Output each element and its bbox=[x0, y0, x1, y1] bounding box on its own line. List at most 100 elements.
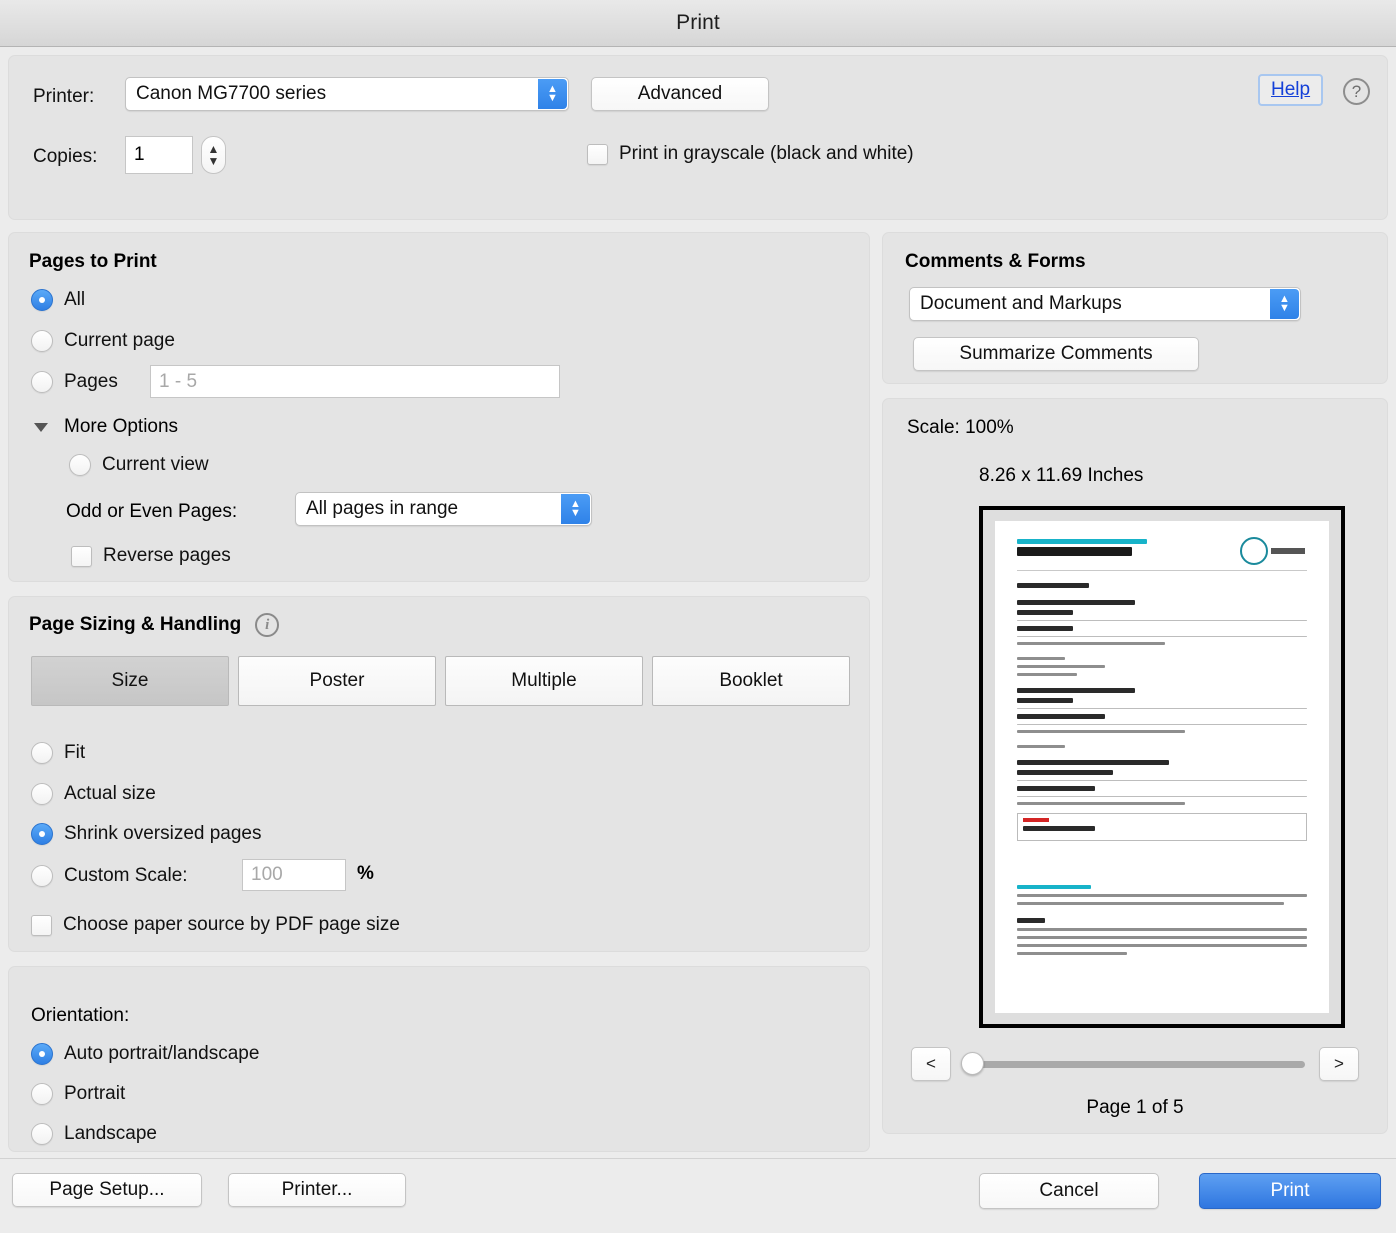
radio-portrait[interactable]: Portrait bbox=[31, 1083, 125, 1105]
doc-warning-box bbox=[1017, 813, 1307, 841]
radio-landscape-indicator[interactable] bbox=[31, 1123, 53, 1145]
radio-shrink-oversized-label: Shrink oversized pages bbox=[64, 823, 262, 844]
custom-scale-input[interactable]: 100 bbox=[242, 859, 346, 891]
odd-even-select-value: All pages in range bbox=[306, 498, 459, 519]
radio-auto-orientation-indicator[interactable] bbox=[31, 1043, 53, 1065]
document-preview bbox=[995, 521, 1329, 1013]
doc-flight-2 bbox=[1017, 688, 1307, 733]
warning-icon bbox=[1023, 818, 1049, 822]
more-options-toggle[interactable]: More Options bbox=[34, 416, 178, 438]
doc-info-block bbox=[1017, 885, 1307, 955]
cancel-button[interactable]: Cancel bbox=[979, 1173, 1159, 1209]
summarize-comments-button[interactable]: Summarize Comments bbox=[913, 337, 1199, 371]
tab-poster[interactable]: Poster bbox=[238, 656, 436, 706]
radio-landscape-label: Landscape bbox=[64, 1123, 157, 1144]
printer-select[interactable]: Canon MG7700 series ▲ ▼ bbox=[125, 77, 569, 111]
radio-custom-scale[interactable]: Custom Scale: bbox=[31, 865, 188, 887]
radio-portrait-indicator[interactable] bbox=[31, 1083, 53, 1105]
help-link-container[interactable]: Help bbox=[1258, 74, 1324, 106]
radio-custom-scale-indicator[interactable] bbox=[31, 865, 53, 887]
page-dimensions-label: 8.26 x 11.69 Inches bbox=[979, 465, 1144, 486]
radio-actual-size[interactable]: Actual size bbox=[31, 783, 156, 805]
printer-options-label: Printer... bbox=[281, 1179, 353, 1200]
radio-current-page-indicator[interactable] bbox=[31, 330, 53, 352]
odd-even-select[interactable]: All pages in range ▲ ▼ bbox=[295, 492, 592, 526]
orientation-title: Orientation: bbox=[31, 1005, 130, 1026]
radio-landscape[interactable]: Landscape bbox=[31, 1123, 157, 1145]
doc-notes-1 bbox=[1017, 657, 1307, 676]
cancel-button-label: Cancel bbox=[1039, 1180, 1099, 1201]
tab-multiple[interactable]: Multiple bbox=[445, 656, 643, 706]
tab-size[interactable]: Size bbox=[31, 656, 229, 706]
help-link[interactable]: Help bbox=[1271, 79, 1310, 100]
page-sizing-panel: Page Sizing & Handling i Size Poster Mul… bbox=[8, 596, 870, 952]
advanced-button[interactable]: Advanced bbox=[591, 77, 769, 111]
radio-pages[interactable]: Pages bbox=[31, 371, 118, 393]
copies-label: Copies: bbox=[33, 146, 98, 167]
radio-current-view[interactable]: Current view bbox=[69, 454, 209, 476]
pages-to-print-title: Pages to Print bbox=[29, 251, 157, 272]
dialog-footer: Page Setup... Printer... Cancel Print bbox=[0, 1158, 1396, 1233]
copies-stepper[interactable]: ▲ ▼ bbox=[201, 136, 226, 174]
paper-source-label: Choose paper source by PDF page size bbox=[63, 914, 400, 935]
grayscale-option[interactable]: Print in grayscale (black and white) bbox=[587, 143, 914, 165]
radio-portrait-label: Portrait bbox=[64, 1083, 126, 1104]
pages-range-input[interactable]: 1 - 5 bbox=[150, 365, 560, 398]
printer-options-button[interactable]: Printer... bbox=[228, 1173, 406, 1207]
page-slider[interactable] bbox=[961, 1052, 1305, 1075]
logo-circle-icon bbox=[1240, 537, 1268, 565]
reverse-pages-checkbox[interactable] bbox=[71, 545, 92, 567]
stepper-down-icon[interactable]: ▼ bbox=[208, 155, 220, 167]
comments-forms-select-value: Document and Markups bbox=[920, 293, 1122, 314]
radio-auto-orientation-label: Auto portrait/landscape bbox=[64, 1043, 260, 1064]
tab-booklet-label: Booklet bbox=[719, 670, 783, 691]
more-options-label: More Options bbox=[64, 416, 179, 437]
radio-fit-indicator[interactable] bbox=[31, 742, 53, 764]
odd-even-label: Odd or Even Pages: bbox=[66, 501, 238, 522]
question-mark-icon[interactable]: ? bbox=[1343, 78, 1370, 105]
radio-auto-orientation[interactable]: Auto portrait/landscape bbox=[31, 1043, 259, 1065]
radio-fit[interactable]: Fit bbox=[31, 742, 85, 764]
copies-input[interactable]: 1 bbox=[125, 136, 193, 174]
radio-actual-size-label: Actual size bbox=[64, 783, 156, 804]
radio-fit-label: Fit bbox=[64, 742, 86, 763]
thumbnail-page-content bbox=[995, 521, 1329, 1013]
next-page-button[interactable]: > bbox=[1319, 1047, 1359, 1081]
previous-page-button[interactable]: < bbox=[911, 1047, 951, 1081]
page-sizing-title: Page Sizing & Handling bbox=[29, 614, 242, 635]
print-button[interactable]: Print bbox=[1199, 1173, 1381, 1209]
radio-all-indicator[interactable] bbox=[31, 289, 53, 311]
doc-route-title bbox=[1017, 547, 1132, 556]
scale-label: Scale: 100% bbox=[907, 417, 1014, 438]
radio-shrink-oversized-indicator[interactable] bbox=[31, 823, 53, 845]
radio-pages-indicator[interactable] bbox=[31, 371, 53, 393]
summarize-comments-label: Summarize Comments bbox=[959, 343, 1153, 364]
copies-input-value: 1 bbox=[134, 144, 145, 165]
tab-booklet[interactable]: Booklet bbox=[652, 656, 850, 706]
radio-current-view-label: Current view bbox=[102, 454, 209, 475]
radio-current-view-indicator[interactable] bbox=[69, 454, 91, 476]
radio-current-page[interactable]: Current page bbox=[31, 330, 175, 352]
printer-settings-panel: Printer: Canon MG7700 series ▲ ▼ Advanced… bbox=[8, 55, 1388, 220]
pages-to-print-panel: Pages to Print All Current page Pages 1 … bbox=[8, 232, 870, 582]
chevron-down-icon[interactable] bbox=[34, 422, 48, 432]
sizing-tabs: Size Poster Multiple Booklet bbox=[31, 656, 850, 706]
paper-source-option[interactable]: Choose paper source by PDF page size bbox=[31, 914, 400, 936]
radio-actual-size-indicator[interactable] bbox=[31, 783, 53, 805]
percent-symbol: % bbox=[357, 863, 374, 884]
tab-size-label: Size bbox=[111, 670, 149, 691]
info-icon[interactable]: i bbox=[255, 613, 280, 637]
radio-shrink-oversized[interactable]: Shrink oversized pages bbox=[31, 823, 262, 845]
page-setup-button[interactable]: Page Setup... bbox=[12, 1173, 202, 1207]
grayscale-label: Print in grayscale (black and white) bbox=[619, 143, 914, 164]
page-navigation: < > bbox=[911, 1047, 1359, 1081]
radio-all[interactable]: All bbox=[31, 289, 85, 311]
comments-forms-select[interactable]: Document and Markups ▲ ▼ bbox=[909, 287, 1301, 321]
grayscale-checkbox[interactable] bbox=[587, 143, 608, 165]
chevron-updown-icon: ▲ ▼ bbox=[1270, 289, 1299, 319]
paper-source-checkbox[interactable] bbox=[31, 914, 52, 936]
reverse-pages-option[interactable]: Reverse pages bbox=[71, 545, 231, 567]
orientation-panel: Orientation: Auto portrait/landscape Por… bbox=[8, 966, 870, 1152]
page-slider-knob[interactable] bbox=[961, 1052, 984, 1075]
print-preview-panel: Scale: 100% 8.26 x 11.69 Inches < > Page… bbox=[882, 398, 1388, 1134]
